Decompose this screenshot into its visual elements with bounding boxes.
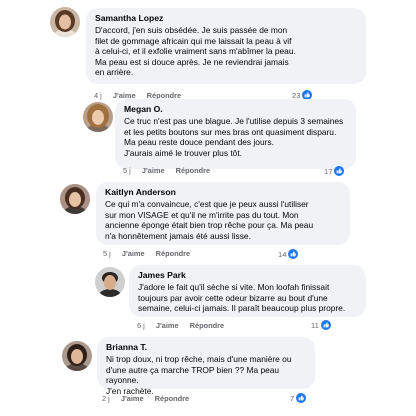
comment-text: Ce truc n'est pas une blague. Je l'utili… [124,116,344,158]
comment-author[interactable]: James Park [138,270,357,281]
comment-bubble: Samantha Lopez D'accord, j'en suis obséd… [86,8,366,84]
thumbs-up-icon [320,320,331,330]
reaction-count[interactable]: 11 [311,320,331,330]
reaction-number: 11 [311,320,319,330]
comment-bubble: Kaitlyn Anderson Ce qui m'a convaincue, … [96,182,350,245]
comment-bubble: Megan O. Ce truc n'est pas une blague. J… [115,99,356,169]
reply-button[interactable]: Répondre [190,321,225,330]
reaction-number: 7 [290,393,295,403]
reaction-number: 14 [278,249,287,259]
comment-text: Ce qui m'a convaincue, c'est que je peux… [105,199,314,241]
reaction-number: 17 [324,166,333,176]
avatar[interactable] [95,267,125,297]
comment-time: 2 j [102,394,110,403]
reaction-count[interactable]: 14 [278,249,299,259]
comment-actions: 5 j J'aime Répondre [123,166,219,175]
comment-time: 5 j [123,166,131,175]
comment-author[interactable]: Samantha Lopez [95,13,357,24]
comment-author[interactable]: Kaitlyn Anderson [105,187,341,198]
comment-actions: 5 j J'aime Répondre [103,249,199,258]
like-button[interactable]: J'aime [121,394,144,403]
reaction-count[interactable]: 7 [290,393,307,403]
thumbs-up-icon [334,166,345,176]
thumbs-up-icon [288,249,299,259]
comment-bubble: James Park J'adore le fait qu'il sèche s… [129,265,366,317]
reaction-count[interactable]: 17 [324,166,345,176]
reply-button[interactable]: Répondre [156,249,191,258]
comment-text: J'adore le fait qu'il sèche si vite. Mon… [138,282,346,314]
comment-time: 4 j [94,91,102,100]
comment-author[interactable]: Brianna T. [106,342,306,353]
like-button[interactable]: J'aime [122,249,145,258]
comment-actions: 2 j J'aime Répondre [102,394,198,403]
comment-time: 6 j [137,321,145,330]
comment-bubble: Brianna T. Ni trop doux, ni trop rêche, … [97,337,315,396]
comment-time: 5 j [103,249,111,258]
avatar[interactable] [83,102,113,132]
comment-text: D'accord, j'en suis obsédée. Je suis pas… [95,25,296,78]
avatar[interactable] [50,7,80,37]
avatar[interactable] [62,341,92,371]
like-button[interactable]: J'aime [156,321,179,330]
comment-text: Ni trop doux, ni trop rêche, mais d'une … [106,354,292,396]
avatar[interactable] [60,184,90,214]
comment-actions: 6 j J'aime Répondre [137,321,233,330]
like-button[interactable]: J'aime [142,166,165,175]
comment-author[interactable]: Megan O. [124,104,347,115]
thumbs-up-icon [296,393,307,403]
reply-button[interactable]: Répondre [155,394,190,403]
reply-button[interactable]: Répondre [176,166,211,175]
